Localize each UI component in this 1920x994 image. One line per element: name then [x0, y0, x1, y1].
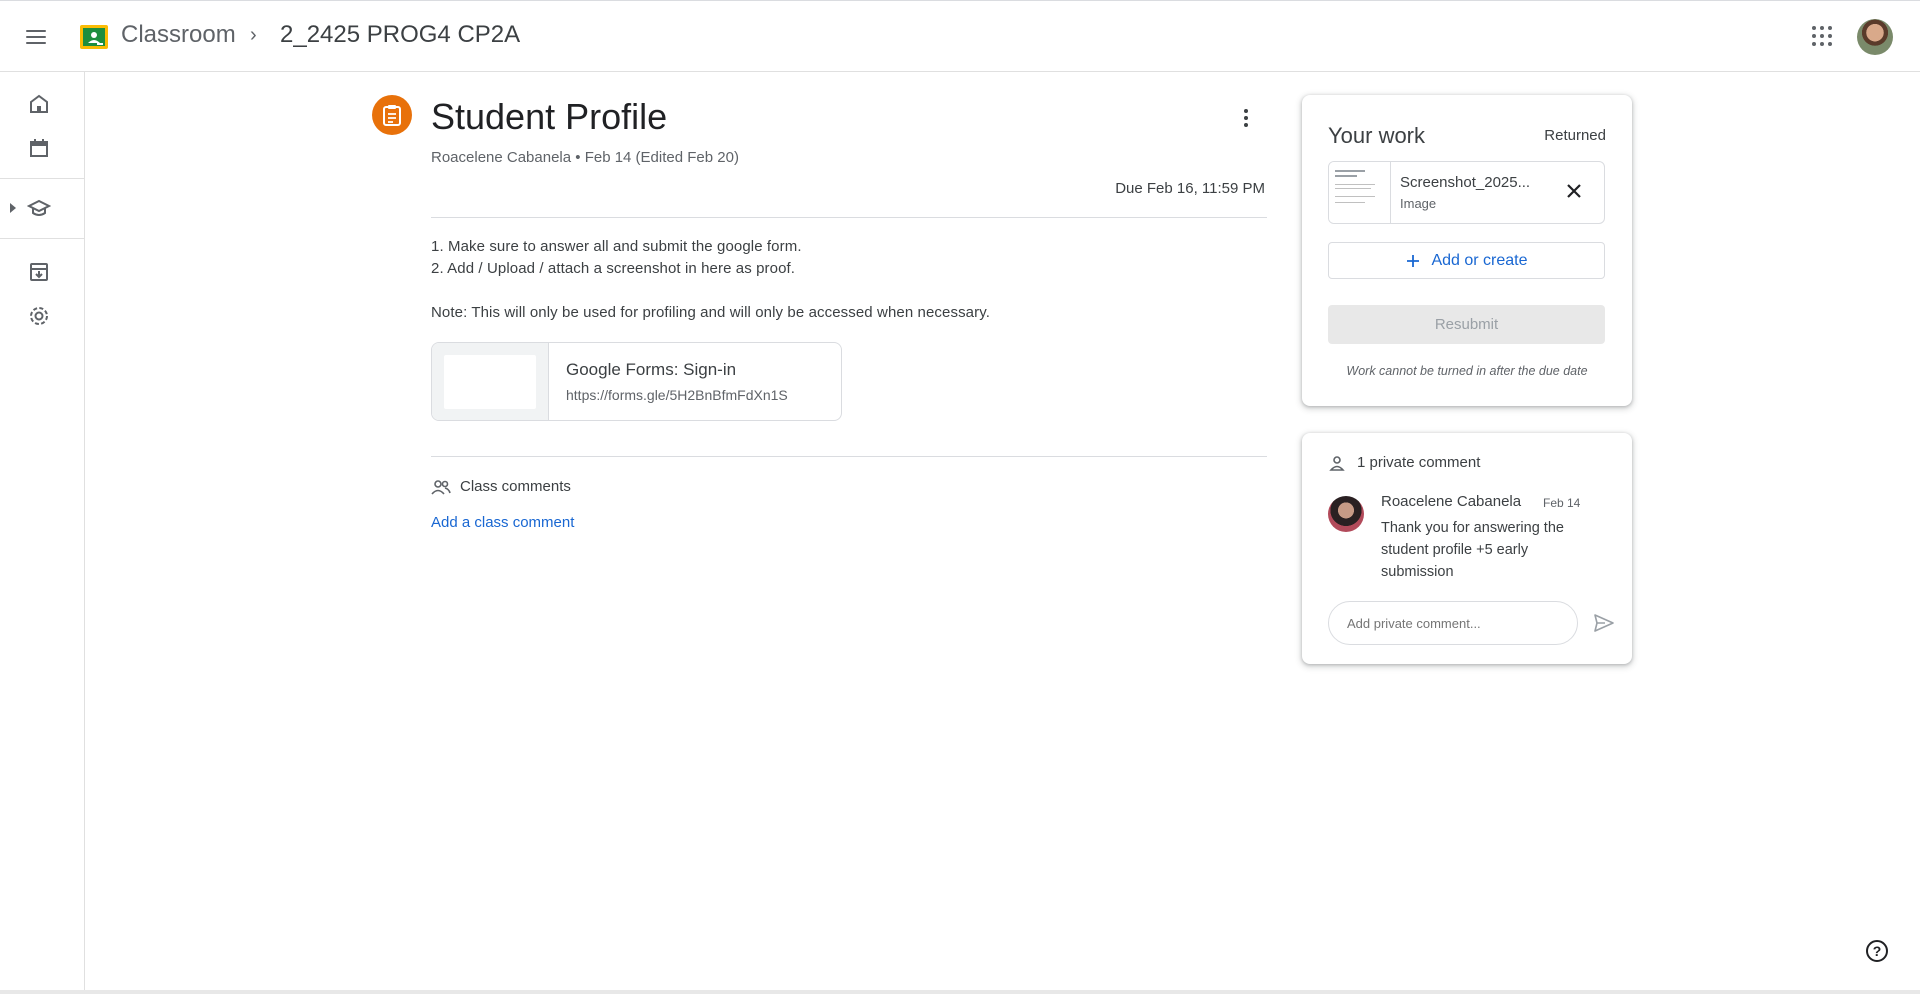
avatar	[1328, 496, 1364, 532]
breadcrumb-app-name[interactable]: Classroom	[121, 21, 236, 49]
assignment-icon	[372, 95, 412, 135]
instruction-line: 1. Make sure to answer all and submit th…	[431, 238, 802, 255]
comment-author: Roacelene Cabanela	[1381, 493, 1522, 510]
add-or-create-button[interactable]: Add or create	[1328, 242, 1605, 279]
breadcrumb-class-name[interactable]: 2_2425 PROG4 CP2A	[280, 21, 520, 49]
comment-text: Thank you for answering the student prof…	[1381, 520, 1564, 580]
your-work-panel: Your work Returned Screenshot_2025... Im…	[1302, 95, 1632, 406]
file-name[interactable]: Screenshot_2025...	[1400, 174, 1550, 191]
comment-date: Feb 14	[1543, 496, 1581, 510]
private-comments-panel: 1 private comment Roacelene Cabanela Feb…	[1302, 433, 1632, 664]
assignment-meta: Roacelene Cabanela • Feb 14 (Edited Feb …	[431, 149, 739, 166]
attachment-thumbnail	[432, 343, 549, 420]
attachment-url: https://forms.gle/5H2BnBfmFdXn1S	[566, 387, 788, 403]
top-app-bar: Classroom › 2_2425 PROG4 CP2A	[0, 0, 1920, 72]
nav-divider	[0, 178, 84, 179]
status-badge: Returned	[1544, 127, 1606, 144]
send-icon[interactable]	[1592, 611, 1616, 635]
file-attachment-card[interactable]: Screenshot_2025... Image	[1328, 161, 1605, 224]
help-icon[interactable]: ?	[1866, 940, 1888, 962]
add-or-create-label: Add or create	[1431, 251, 1528, 269]
side-navigation	[0, 72, 85, 994]
your-work-title: Your work	[1328, 123, 1426, 148]
attachment-title[interactable]: Google Forms: Sign-in	[566, 360, 736, 380]
plus-icon	[1407, 254, 1420, 267]
divider	[431, 217, 1267, 218]
divider	[431, 456, 1267, 457]
expand-arrow-icon[interactable]	[9, 202, 17, 214]
resubmit-button[interactable]: Resubmit	[1328, 305, 1605, 344]
close-icon[interactable]	[1564, 181, 1584, 201]
home-icon[interactable]	[27, 92, 51, 116]
file-thumbnail	[1329, 162, 1391, 223]
person-icon	[1329, 456, 1345, 471]
instruction-line: 2. Add / Upload / attach a screenshot in…	[431, 260, 796, 277]
assignment-title: Student Profile	[431, 96, 668, 137]
settings-icon[interactable]	[27, 304, 51, 328]
add-class-comment-link[interactable]: Add a class comment	[431, 514, 574, 531]
due-date: Due Feb 16, 11:59 PM	[1115, 180, 1265, 197]
private-comments-title: 1 private comment	[1357, 454, 1481, 471]
calendar-icon[interactable]	[27, 136, 51, 160]
more-vert-icon[interactable]	[1236, 106, 1256, 130]
chevron-right-icon: ›	[250, 24, 257, 46]
menu-icon[interactable]	[24, 25, 48, 49]
instruction-note: Note: This will only be used for profili…	[431, 304, 990, 321]
private-comment-input[interactable]	[1328, 601, 1578, 645]
apps-grid-icon[interactable]	[1812, 26, 1832, 46]
nav-divider	[0, 238, 84, 239]
archive-icon[interactable]	[27, 260, 51, 284]
due-date-note: Work cannot be turned in after the due d…	[1346, 364, 1588, 378]
account-avatar[interactable]	[1857, 19, 1893, 55]
attachment-card[interactable]: Google Forms: Sign-in https://forms.gle/…	[431, 342, 842, 421]
people-icon	[431, 480, 451, 495]
class-comments-label: Class comments	[460, 478, 571, 495]
bottom-strip	[0, 990, 1920, 994]
classroom-logo-icon[interactable]	[80, 25, 108, 49]
enrolled-classes-icon[interactable]	[27, 196, 51, 220]
file-type: Image	[1400, 196, 1437, 211]
